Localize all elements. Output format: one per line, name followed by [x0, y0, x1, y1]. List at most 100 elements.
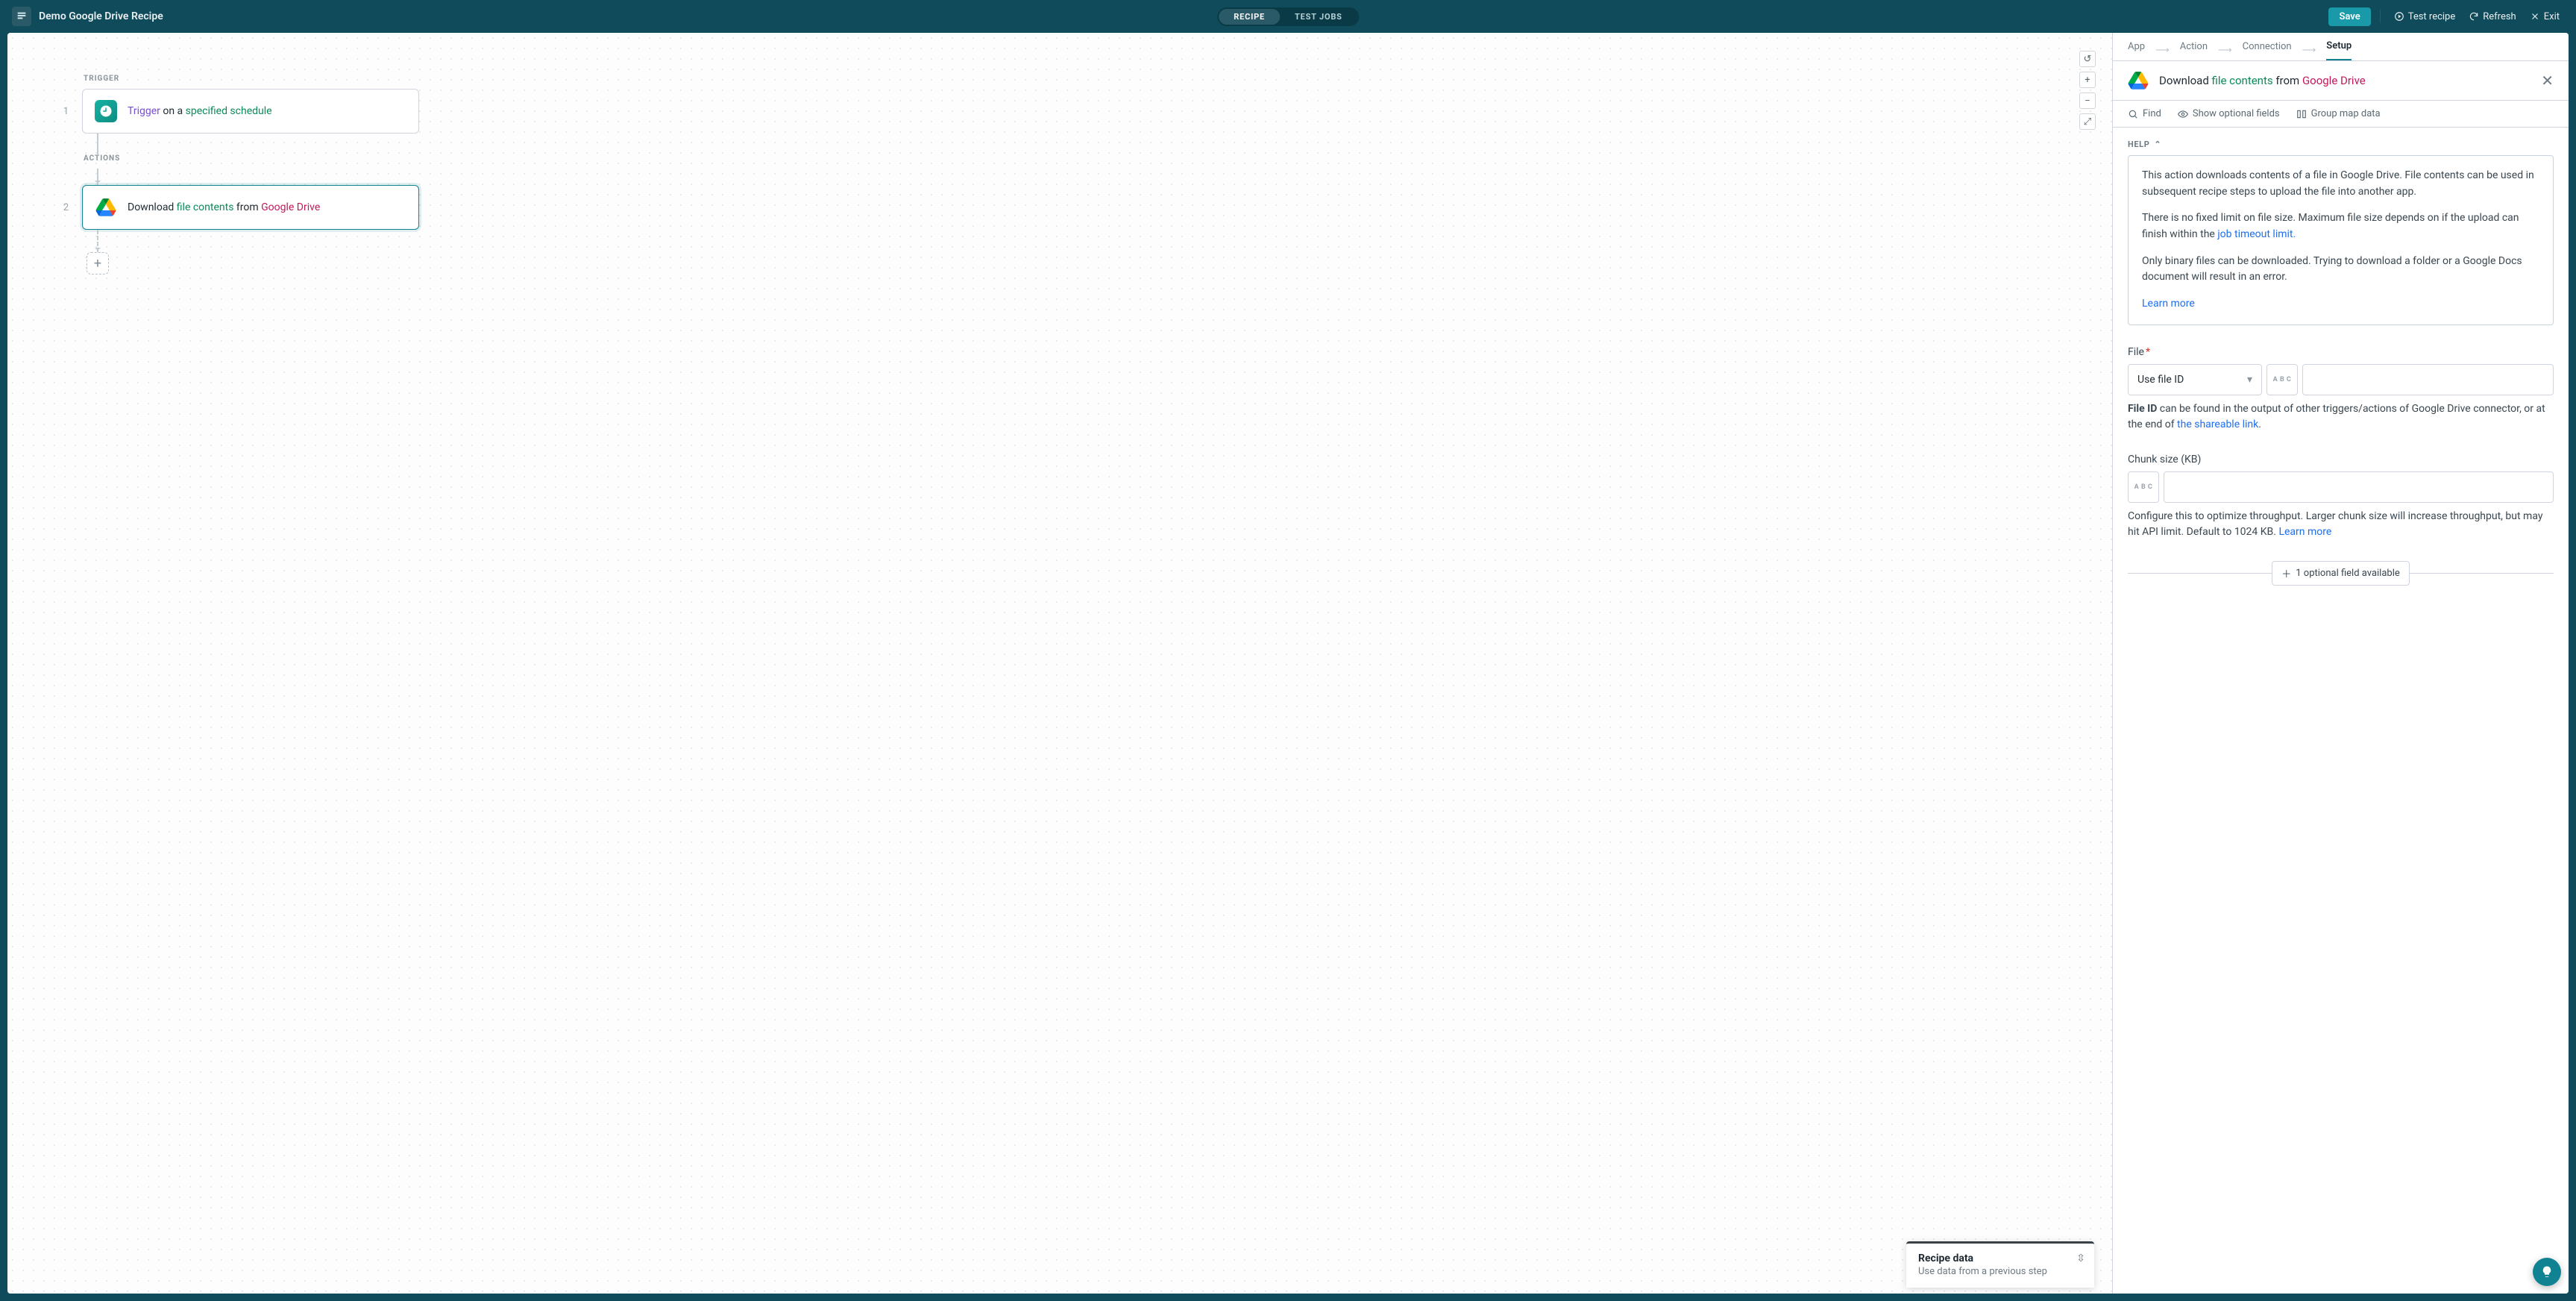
- expand-icon[interactable]: ⇳: [2076, 1253, 2085, 1264]
- group-map-button[interactable]: Group map data: [2296, 108, 2381, 119]
- trigger-section-label: TRIGGER: [84, 75, 419, 83]
- find-button[interactable]: Find: [2128, 108, 2161, 119]
- zoom-in-button[interactable]: +: [2079, 72, 2096, 88]
- file-field-label: File*: [2128, 346, 2554, 358]
- close-icon: [2530, 11, 2540, 22]
- chunk-field-hint: Configure this to optimize throughput. L…: [2128, 509, 2554, 540]
- refresh-label: Refresh: [2483, 11, 2516, 22]
- formula-chip[interactable]: A B C: [2266, 364, 2298, 395]
- formula-chip[interactable]: A B C: [2128, 471, 2159, 503]
- optional-divider: ＋ 1 optional field available: [2128, 561, 2554, 586]
- chunk-size-input[interactable]: [2164, 471, 2554, 503]
- learn-more-link-2[interactable]: Learn more: [2278, 526, 2331, 538]
- kw-file-contents: file contents: [177, 201, 234, 213]
- panel-header: Download file contents from Google Drive…: [2113, 60, 2569, 101]
- bc-action[interactable]: Action: [2180, 41, 2208, 60]
- recipe-data-panel[interactable]: Recipe data Use data from a previous ste…: [1906, 1241, 2094, 1288]
- top-right-actions: Save Test recipe Refresh Exit: [2328, 7, 2564, 26]
- refresh-icon: [2469, 11, 2479, 22]
- shareable-link[interactable]: the shareable link: [2177, 418, 2258, 430]
- actions-section-label: ACTIONS: [84, 154, 419, 163]
- chunk-field-label: Chunk size (KB): [2128, 454, 2554, 465]
- panel-title: Download file contents from Google Drive: [2159, 74, 2366, 87]
- connector-dashed: [97, 230, 98, 252]
- step-number: 1: [61, 106, 69, 117]
- optional-fields-button[interactable]: ＋ 1 optional field available: [2272, 561, 2410, 586]
- add-step-button[interactable]: +: [87, 252, 109, 275]
- kw-schedule: specified schedule: [186, 105, 272, 117]
- help-p3: Only binary files can be downloaded. Try…: [2142, 254, 2539, 286]
- trigger-card[interactable]: Trigger on a specified schedule: [82, 89, 419, 134]
- search-icon: [2128, 109, 2138, 119]
- main-split: ↺ + − ⤢ TRIGGER 1 Trigger on a specified…: [7, 33, 2569, 1294]
- recipe-data-title: Recipe data: [1918, 1253, 2082, 1264]
- step-row-1: 1 Trigger on a specified schedule: [61, 89, 419, 134]
- learn-more-link[interactable]: Learn more: [2142, 298, 2195, 310]
- help-box: This action downloads contents of a file…: [2128, 155, 2554, 325]
- save-button[interactable]: Save: [2328, 7, 2370, 26]
- schedule-icon: [95, 100, 117, 122]
- divider: [2380, 10, 2381, 23]
- chevron-right-icon: ⟶: [2302, 45, 2316, 56]
- file-id-input[interactable]: [2302, 364, 2554, 395]
- chevron-down-icon: ▾: [2247, 374, 2252, 386]
- panel-toolbar: Find Show optional fields Group map data: [2113, 101, 2569, 128]
- show-optional-button[interactable]: Show optional fields: [2178, 108, 2280, 119]
- refresh-button[interactable]: Refresh: [2464, 8, 2520, 25]
- job-timeout-link[interactable]: job timeout limit.: [2217, 228, 2296, 240]
- eye-icon: [2178, 109, 2188, 119]
- lightbulb-icon: [2540, 1265, 2554, 1279]
- action-text: Download file contents from Google Drive: [128, 201, 320, 213]
- test-recipe-button[interactable]: Test recipe: [2390, 8, 2460, 25]
- help-fab[interactable]: [2533, 1258, 2561, 1286]
- bc-setup[interactable]: Setup: [2326, 40, 2352, 60]
- kw-gdrive: Google Drive: [261, 201, 320, 213]
- step-number: 2: [61, 202, 69, 213]
- toggle-recipe[interactable]: RECIPE: [1219, 9, 1280, 25]
- file-label-text: File: [2128, 346, 2144, 358]
- connector-arrow: [97, 169, 98, 185]
- file-hint-bold: File ID: [2128, 403, 2157, 415]
- canvas-controls: ↺ + − ⤢: [2079, 51, 2096, 130]
- recipe-data-sub: Use data from a previous step: [1918, 1266, 2082, 1277]
- breadcrumb: App ⟶ Action ⟶ Connection ⟶ Setup: [2113, 33, 2569, 60]
- close-panel-button[interactable]: ✕: [2541, 72, 2554, 90]
- test-recipe-label: Test recipe: [2408, 11, 2456, 22]
- help-label: HELP: [2128, 139, 2149, 149]
- file-mode-select[interactable]: Use file ID ▾: [2128, 364, 2262, 395]
- file-field-row: Use file ID ▾ A B C: [2128, 364, 2554, 395]
- exit-label: Exit: [2544, 11, 2560, 22]
- optional-pill-label: 1 optional field available: [2296, 568, 2400, 579]
- top-bar: Demo Google Drive Recipe RECIPE TEST JOB…: [0, 0, 2576, 33]
- exit-button[interactable]: Exit: [2525, 8, 2564, 25]
- show-optional-label: Show optional fields: [2193, 108, 2280, 119]
- chevron-right-icon: ⟶: [2155, 45, 2170, 56]
- connector-line: [97, 134, 98, 154]
- flow: TRIGGER 1 Trigger on a specified schedul…: [61, 75, 419, 275]
- zoom-out-button[interactable]: −: [2079, 93, 2096, 109]
- fit-button[interactable]: ⤢: [2079, 113, 2096, 130]
- toggle-test-jobs[interactable]: TEST JOBS: [1280, 9, 1357, 25]
- group-map-label: Group map data: [2311, 108, 2381, 119]
- google-drive-icon: [2128, 72, 2149, 90]
- help-p1: This action downloads contents of a file…: [2142, 168, 2539, 200]
- undo-button[interactable]: ↺: [2079, 51, 2096, 67]
- canvas[interactable]: ↺ + − ⤢ TRIGGER 1 Trigger on a specified…: [7, 33, 2112, 1294]
- bc-connection[interactable]: Connection: [2243, 41, 2292, 60]
- action-card[interactable]: Download file contents from Google Drive: [82, 185, 419, 230]
- help-toggle[interactable]: HELP ⌃: [2128, 139, 2554, 149]
- find-label: Find: [2143, 108, 2161, 119]
- ph-from: from: [2273, 74, 2302, 87]
- chunk-field-row: A B C: [2128, 471, 2554, 503]
- document-icon: [12, 7, 31, 26]
- bc-app[interactable]: App: [2128, 41, 2145, 60]
- play-icon: [2394, 11, 2404, 22]
- ph-gdrive: Google Drive: [2302, 74, 2366, 87]
- recipe-title: Demo Google Drive Recipe: [39, 10, 163, 22]
- panel-body: HELP ⌃ This action downloads contents of…: [2113, 128, 2569, 604]
- trigger-mid: on a: [160, 105, 186, 117]
- help-p2: There is no fixed limit on file size. Ma…: [2142, 210, 2539, 242]
- google-drive-icon: [95, 196, 117, 219]
- file-select-value: Use file ID: [2137, 374, 2184, 386]
- trigger-text: Trigger on a specified schedule: [128, 105, 272, 117]
